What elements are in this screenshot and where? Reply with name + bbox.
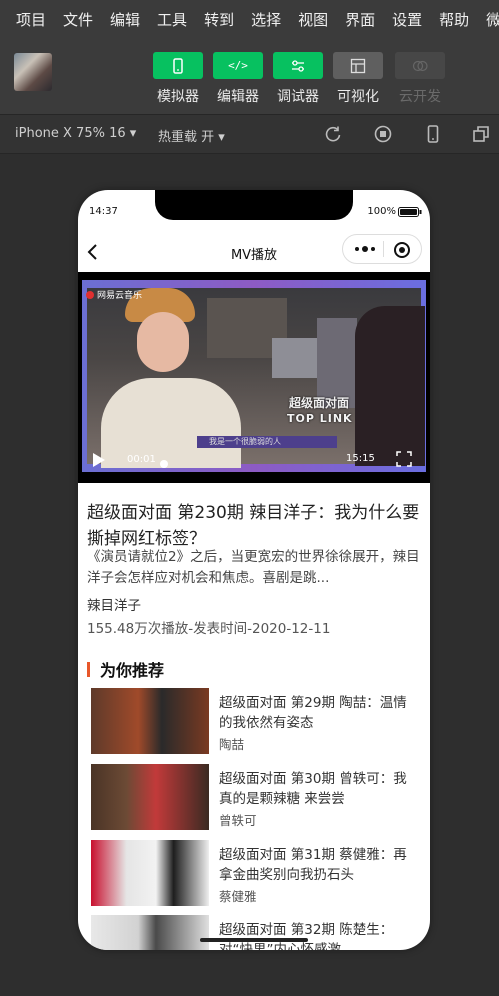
menu-item-wechat[interactable]: 微信 bbox=[469, 9, 499, 30]
phone-icon bbox=[173, 57, 183, 74]
more-icon[interactable] bbox=[353, 244, 377, 254]
list-item[interactable]: 超级面对面 第30期 曾轶可：我真的是颗辣糖 来尝尝 曾轶可 bbox=[91, 764, 421, 830]
thumbnail bbox=[91, 915, 209, 950]
video-duration: 15:15 bbox=[346, 453, 375, 464]
hot-reload-toggle[interactable]: 热重载 开 ▾ bbox=[158, 126, 225, 145]
debugger-tool[interactable]: 调试器 bbox=[268, 52, 328, 106]
list-item[interactable]: 超级面对面 第29期 陶喆：温情的我依然有姿态 陶喆 bbox=[91, 688, 421, 754]
list-item-author: 陶喆 bbox=[219, 737, 245, 752]
menu-item-interface[interactable]: 界面 bbox=[328, 9, 375, 30]
shirt-shape bbox=[101, 378, 241, 468]
close-miniprogram-icon[interactable] bbox=[393, 241, 411, 259]
status-battery-text: 100% bbox=[367, 206, 396, 217]
stop-icon[interactable] bbox=[373, 124, 393, 144]
list-item-author: 蔡健雅 bbox=[219, 889, 257, 904]
editor-button[interactable]: </> bbox=[213, 52, 263, 79]
list-item-title: 超级面对面 第30期 曾轶可：我真的是颗辣糖 来尝尝 bbox=[219, 771, 407, 807]
cloud-label: 云开发 bbox=[399, 89, 441, 105]
cloud-icon bbox=[412, 60, 428, 71]
list-item[interactable]: 超级面对面 第32期 陈楚生：对“快男”内心怀感激 bbox=[91, 915, 421, 950]
menu-item-edit[interactable]: 编辑 bbox=[93, 9, 140, 30]
list-item-title: 超级面对面 第32期 陈楚生：对“快男”内心怀感激 bbox=[219, 922, 394, 950]
cloud-button[interactable] bbox=[395, 52, 445, 79]
simulator-tool[interactable]: 模拟器 bbox=[148, 52, 208, 106]
phone-notch bbox=[155, 190, 353, 220]
video-brand-text: 网易云音乐 bbox=[97, 291, 143, 301]
new-window-icon[interactable] bbox=[471, 124, 491, 144]
status-time: 14:37 bbox=[89, 206, 118, 217]
simulator-button[interactable] bbox=[153, 52, 203, 79]
video-overlay-bottom: TOP LINK bbox=[287, 412, 353, 425]
layout-icon bbox=[350, 58, 366, 73]
refresh-icon[interactable] bbox=[323, 124, 343, 144]
netease-logo-icon bbox=[86, 290, 94, 299]
visual-label: 可视化 bbox=[337, 89, 379, 105]
home-indicator bbox=[200, 938, 308, 942]
play-icon[interactable] bbox=[92, 452, 106, 468]
video-scene: 超级面对面 TOP LINK 我是一个很脆弱的人 bbox=[87, 288, 425, 468]
debugger-label: 调试器 bbox=[277, 89, 319, 105]
sliders-icon bbox=[292, 59, 304, 72]
cloud-tool[interactable]: 云开发 bbox=[390, 52, 450, 106]
menu-item-tools[interactable]: 工具 bbox=[140, 9, 187, 30]
menu-item-select[interactable]: 选择 bbox=[234, 9, 281, 30]
visual-tool[interactable]: 可视化 bbox=[328, 52, 388, 106]
list-item-title: 超级面对面 第31期 蔡健雅：再拿金曲奖别向我扔石头 bbox=[219, 847, 407, 883]
nav-bar: MV播放 bbox=[78, 230, 430, 270]
video-brand: 网易云音乐 bbox=[86, 288, 142, 301]
section-accent-bar bbox=[87, 661, 90, 677]
video-player[interactable]: 超级面对面 TOP LINK 我是一个很脆弱的人 网易云音乐 00:01 15:… bbox=[78, 272, 430, 483]
menu-item-help[interactable]: 帮助 bbox=[422, 9, 469, 30]
video-subtitle: 我是一个很脆弱的人 bbox=[197, 436, 337, 448]
list-item-author: 曾轶可 bbox=[219, 813, 257, 828]
video-current-time: 00:01 bbox=[127, 454, 156, 465]
code-icon: </> bbox=[228, 59, 248, 72]
editor-tool[interactable]: </> 编辑器 bbox=[208, 52, 268, 106]
video-description: 《演员请就位2》之后，当更宽宏的世界徐徐展开，辣目洋子会怎样应对机会和焦虑。喜剧… bbox=[87, 549, 420, 586]
toolbar: 模拟器 </> 编辑器 调试器 可视化 云开发 bbox=[0, 38, 499, 115]
progress-handle[interactable] bbox=[160, 460, 168, 468]
simulator-label: 模拟器 bbox=[157, 89, 199, 105]
battery-icon bbox=[398, 207, 422, 217]
device-select[interactable]: iPhone X 75% 16 ▾ bbox=[15, 126, 136, 141]
menu-item-view[interactable]: 视图 bbox=[281, 9, 328, 30]
debugger-button[interactable] bbox=[273, 52, 323, 79]
menu-bar: 项目 文件 编辑 工具 转到 选择 视图 界面 设置 帮助 微信 bbox=[0, 0, 499, 38]
section-header: 为你推荐 bbox=[87, 657, 164, 681]
editor-label: 编辑器 bbox=[217, 89, 259, 105]
user-avatar[interactable] bbox=[14, 53, 52, 91]
video-author: 辣目洋子 bbox=[87, 598, 141, 614]
list-item[interactable]: 超级面对面 第31期 蔡健雅：再拿金曲奖别向我扔石头 蔡健雅 bbox=[91, 840, 421, 906]
video-frame: 超级面对面 TOP LINK 我是一个很脆弱的人 网易云音乐 00:01 15:… bbox=[82, 280, 426, 472]
fullscreen-icon[interactable] bbox=[396, 451, 412, 467]
menu-item-goto[interactable]: 转到 bbox=[187, 9, 234, 30]
menu-item-file[interactable]: 文件 bbox=[46, 9, 93, 30]
device-bar: iPhone X 75% 16 ▾ 热重载 开 ▾ bbox=[0, 115, 499, 154]
menu-item-project[interactable]: 项目 bbox=[0, 9, 46, 30]
video-title: 超级面对面 第230期 辣目洋子：我为什么要撕掉网红标签？ bbox=[87, 503, 420, 549]
video-overlay-top: 超级面对面 bbox=[289, 396, 350, 410]
visual-button[interactable] bbox=[333, 52, 383, 79]
thumbnail bbox=[91, 688, 209, 754]
thumbnail bbox=[91, 764, 209, 830]
capsule-menu bbox=[342, 234, 422, 264]
thumbnail bbox=[91, 840, 209, 906]
list-item-title: 超级面对面 第29期 陶喆：温情的我依然有姿态 bbox=[219, 695, 407, 731]
section-title: 为你推荐 bbox=[100, 661, 165, 680]
video-meta: 155.48万次播放-发表时间-2020-12-11 bbox=[87, 621, 331, 637]
phone-preview-icon[interactable] bbox=[423, 124, 443, 144]
phone-simulator: 14:37 100% MV播放 超级面对面 TOP LINK 我是一个很脆弱的人… bbox=[78, 190, 430, 950]
face-shape bbox=[137, 312, 189, 372]
menu-item-settings[interactable]: 设置 bbox=[375, 9, 422, 30]
